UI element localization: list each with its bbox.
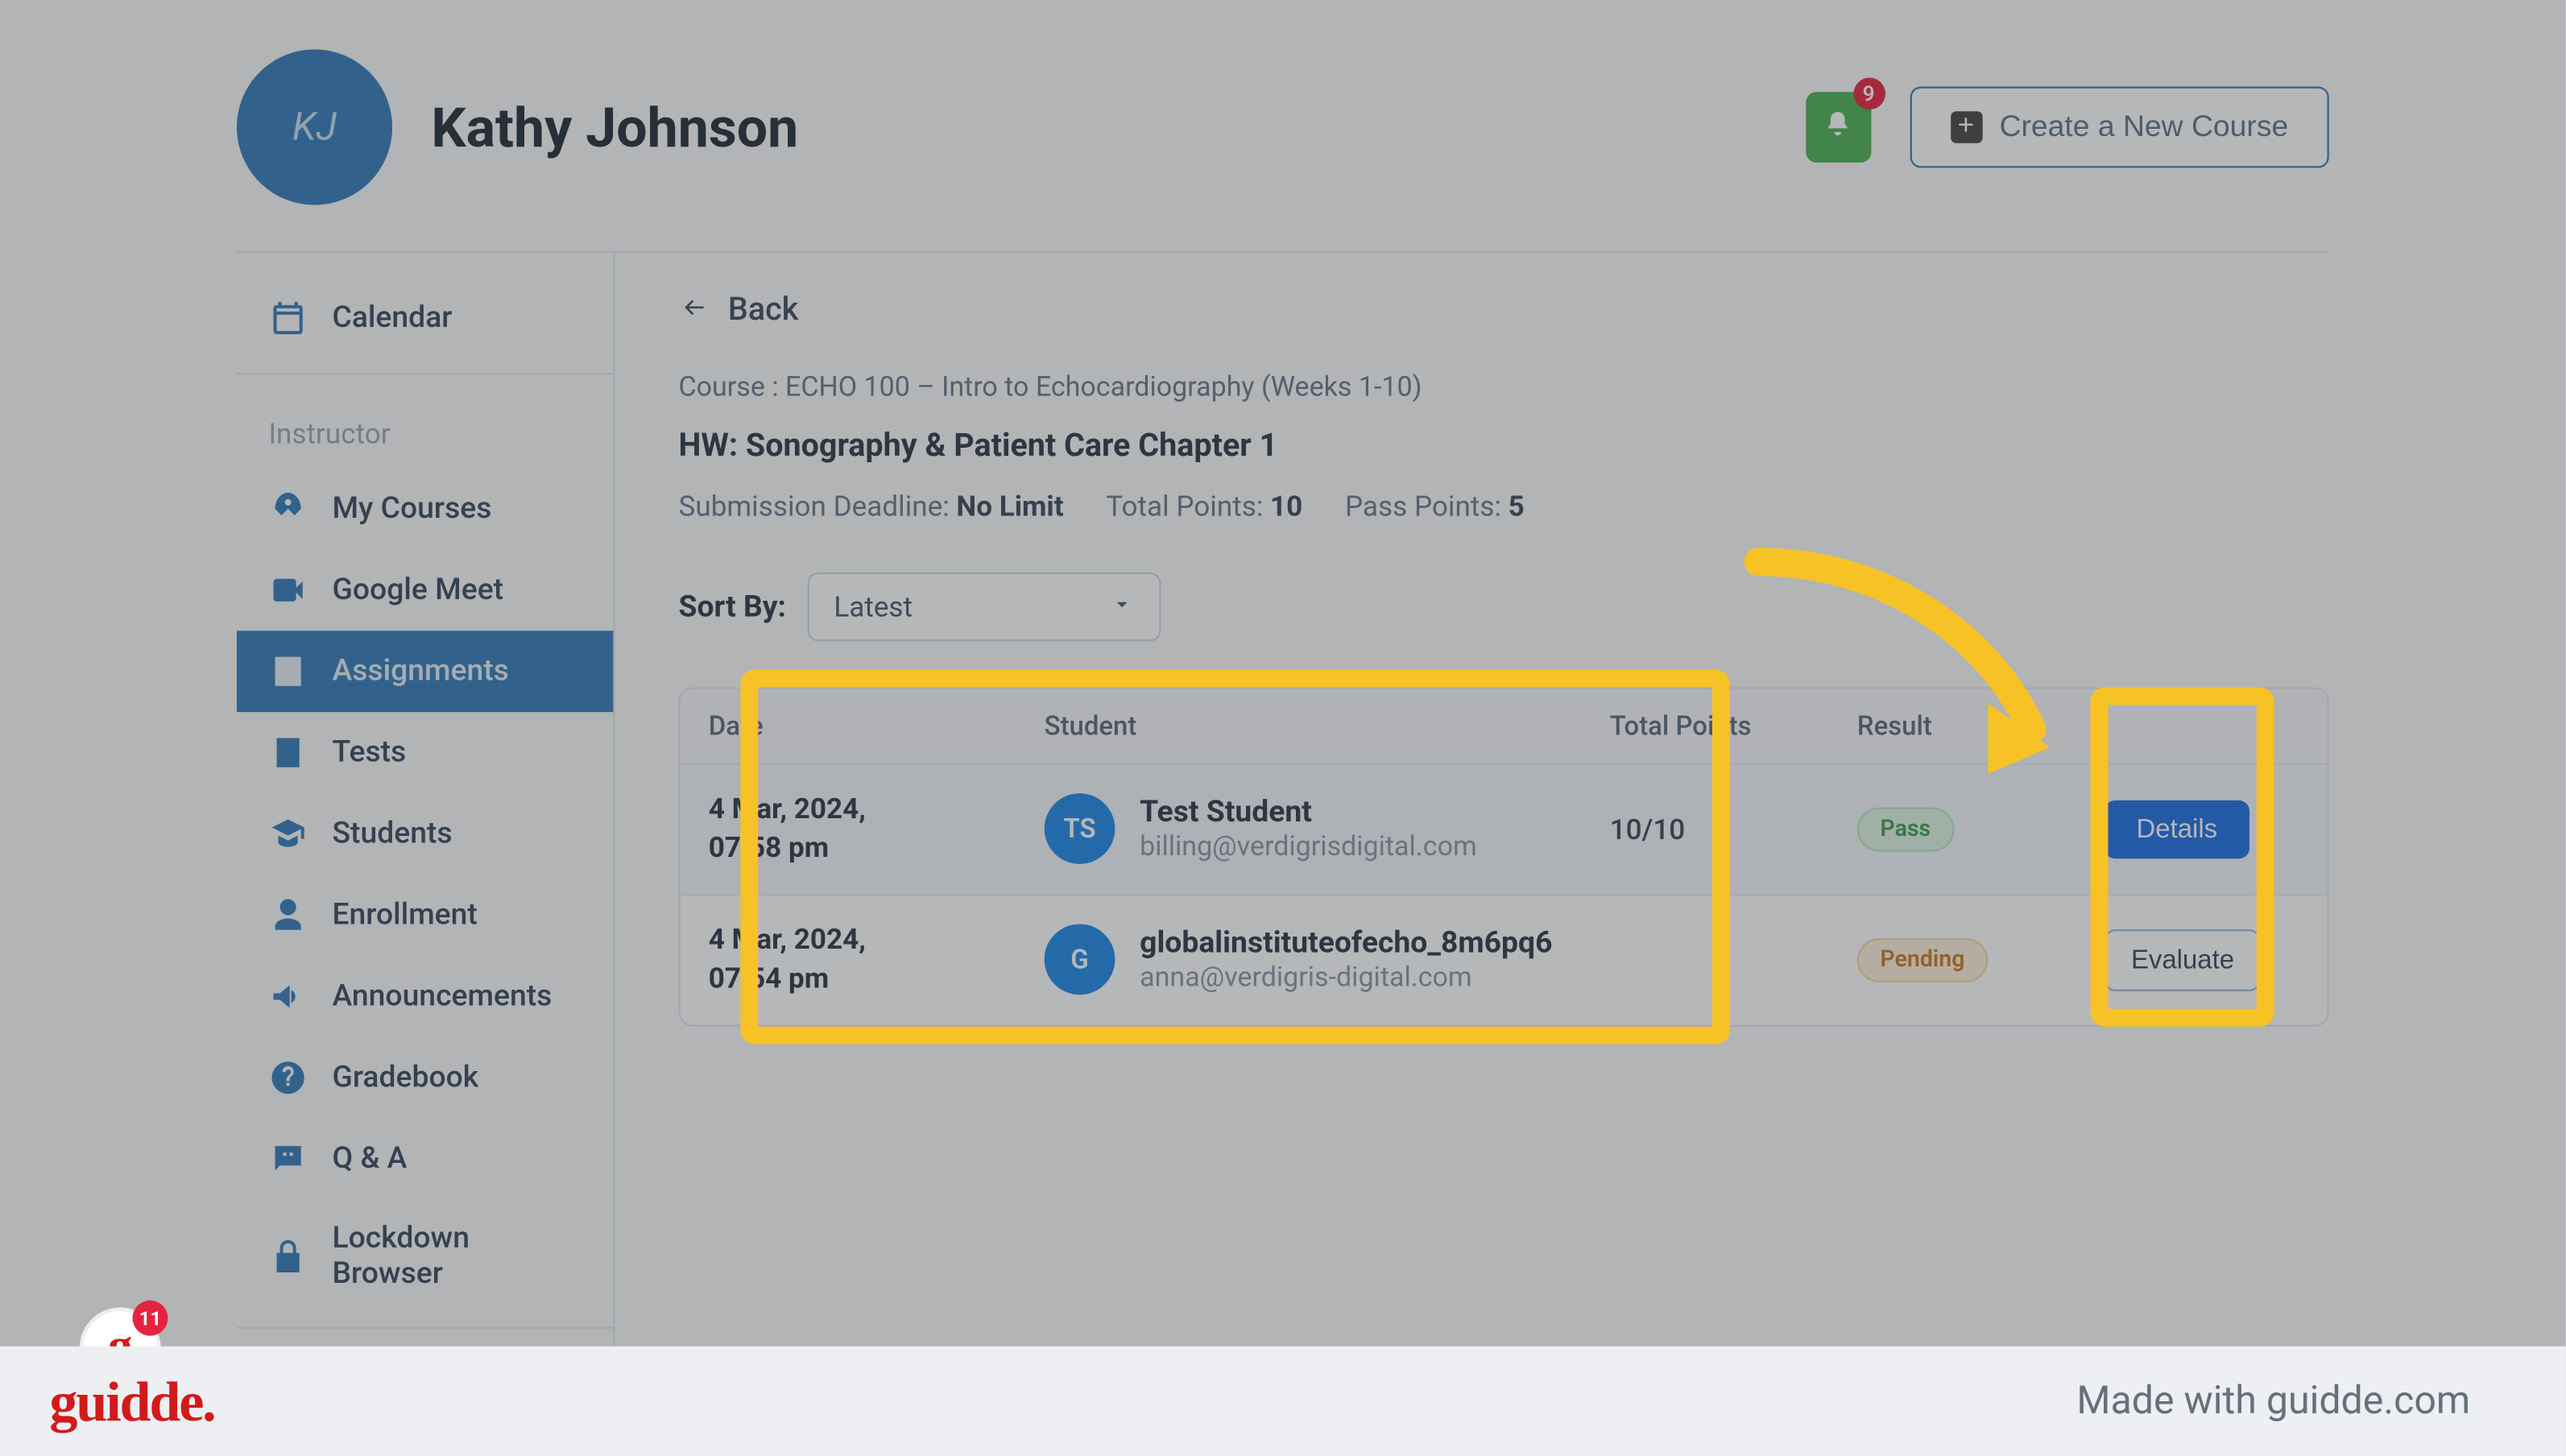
- col-date: Date: [709, 710, 1045, 742]
- app-root: KJ Kathy Johnson 9 + Create a New Course…: [0, 0, 2566, 1456]
- avatar-initials: KJ: [292, 105, 337, 150]
- notification-count-badge: 9: [1852, 78, 1884, 110]
- student-email: billing@verdigrisdigital.com: [1140, 831, 1477, 862]
- footer-credit: Made with guidde.com: [2076, 1379, 2470, 1423]
- course-line: Course : ECHO 100 – Intro to Echocardiog…: [678, 371, 2328, 403]
- details-button[interactable]: Details: [2105, 800, 2249, 858]
- col-total-points: Total Points: [1610, 710, 1857, 742]
- footer-bar: guidde. Made with guidde.com: [0, 1346, 2566, 1456]
- lock-icon: [268, 1237, 307, 1276]
- arrow-left-icon: [678, 292, 710, 329]
- sidebar-item-label: Google Meet: [332, 573, 503, 608]
- tests-icon: [268, 734, 307, 772]
- assignment-title: HW: Sonography & Patient Care Chapter 1: [678, 428, 2328, 465]
- sidebar-item-label: My Courses: [332, 491, 491, 527]
- sidebar-item-label: Lockdown Browser: [332, 1221, 581, 1292]
- sidebar-item-label: Gradebook: [332, 1060, 478, 1095]
- sort-select[interactable]: Latest: [807, 573, 1161, 642]
- video-icon: [268, 571, 307, 610]
- footer-brand: guidde.: [49, 1368, 214, 1433]
- cell-student: TS Test Student billing@verdigrisdigital…: [1045, 794, 1610, 865]
- bell-icon: [1823, 108, 1852, 147]
- col-result: Result: [1857, 710, 2105, 742]
- cell-date: 4 Mar, 2024, 07:54 pm: [709, 920, 1045, 999]
- cell-action: Details: [2105, 800, 2299, 858]
- sidebar-item-enrollment[interactable]: Enrollment: [237, 875, 613, 956]
- sidebar-item-tests[interactable]: Tests: [237, 712, 613, 793]
- table-header: Date Student Total Points Result: [681, 689, 2328, 763]
- students-icon: [268, 814, 307, 853]
- submissions-table: Date Student Total Points Result 4 Mar, …: [678, 687, 2328, 1025]
- sidebar-item-assignments[interactable]: Assignments: [237, 631, 613, 712]
- cell-result: Pending: [1857, 937, 2105, 982]
- cell-action: Evaluate: [2105, 929, 2299, 991]
- sidebar-item-label: Calendar: [332, 300, 452, 336]
- layout: Calendar Instructor My Courses Google Me…: [0, 253, 2566, 1417]
- sidebar-item-calendar[interactable]: Calendar: [237, 277, 613, 358]
- sidebar: Calendar Instructor My Courses Google Me…: [237, 253, 615, 1417]
- sidebar-item-label: Assignments: [332, 654, 508, 689]
- calendar-icon: [268, 299, 307, 337]
- meta-total-points: Total Points: 10: [1106, 490, 1302, 523]
- create-course-label: Create a New Course: [2000, 110, 2289, 145]
- student-avatar: TS: [1045, 794, 1115, 865]
- create-course-button[interactable]: + Create a New Course: [1910, 87, 2329, 168]
- cell-student: G globalinstituteofecho_8m6pq6 anna@verd…: [1045, 924, 1610, 995]
- user-avatar[interactable]: KJ: [237, 49, 392, 205]
- cell-points: 10/10: [1610, 813, 1857, 846]
- qa-icon: [268, 1140, 307, 1178]
- result-badge-pass: Pass: [1857, 807, 1954, 851]
- table-row: 4 Mar, 2024, 07:58 pm TS Test Student bi…: [681, 763, 2328, 894]
- gradebook-icon: [268, 1058, 307, 1097]
- cell-result: Pass: [1857, 807, 2105, 851]
- student-avatar: G: [1045, 924, 1115, 995]
- sidebar-item-label: Announcements: [332, 978, 552, 1014]
- plus-icon: +: [1950, 111, 1981, 143]
- col-student: Student: [1045, 710, 1610, 742]
- student-name: globalinstituteofecho_8m6pq6: [1140, 926, 1552, 962]
- sidebar-item-label: Tests: [332, 735, 406, 771]
- assignment-meta: Submission Deadline: No Limit Total Poin…: [678, 490, 2328, 523]
- sidebar-item-google-meet[interactable]: Google Meet: [237, 549, 613, 631]
- megaphone-icon: [268, 977, 307, 1015]
- sort-row: Sort By: Latest: [678, 573, 2328, 642]
- sidebar-item-qa[interactable]: Q & A: [237, 1119, 613, 1200]
- result-badge-pending: Pending: [1857, 937, 1988, 982]
- user-name: Kathy Johnson: [431, 94, 1805, 159]
- evaluate-button[interactable]: Evaluate: [2105, 929, 2261, 991]
- cell-date: 4 Mar, 2024, 07:58 pm: [709, 790, 1045, 869]
- back-label: Back: [728, 292, 798, 329]
- sidebar-item-label: Students: [332, 817, 452, 852]
- sidebar-item-students[interactable]: Students: [237, 793, 613, 875]
- sidebar-item-label: Enrollment: [332, 898, 477, 933]
- assignments-icon: [268, 652, 307, 691]
- sort-value: Latest: [834, 590, 913, 624]
- student-name: Test Student: [1140, 796, 1477, 831]
- enrollment-icon: [268, 896, 307, 934]
- back-link[interactable]: Back: [678, 292, 798, 329]
- sidebar-item-label: Q & A: [332, 1141, 407, 1177]
- student-email: anna@verdigris-digital.com: [1140, 962, 1552, 993]
- main-content: Back Course : ECHO 100 – Intro to Echoca…: [615, 253, 2566, 1417]
- sidebar-item-announcements[interactable]: Announcements: [237, 956, 613, 1037]
- table-row: 4 Mar, 2024, 07:54 pm G globalinstituteo…: [681, 894, 2328, 1024]
- sidebar-item-gradebook[interactable]: Gradebook: [237, 1037, 613, 1119]
- notifications-button[interactable]: 9: [1805, 92, 1870, 163]
- sidebar-item-my-courses[interactable]: My Courses: [237, 468, 613, 549]
- meta-pass-points: Pass Points: 5: [1345, 490, 1525, 523]
- chevron-down-icon: [1110, 590, 1135, 624]
- rocket-icon: [268, 490, 307, 528]
- sidebar-section-instructor: Instructor: [237, 382, 613, 469]
- sidebar-item-lockdown[interactable]: Lockdown Browser: [237, 1200, 613, 1313]
- sidebar-divider-bottom: [237, 1327, 613, 1329]
- sidebar-divider: [237, 373, 613, 374]
- header: KJ Kathy Johnson 9 + Create a New Course: [0, 0, 2566, 251]
- guidde-bubble-count: 11: [133, 1301, 168, 1336]
- meta-deadline: Submission Deadline: No Limit: [678, 490, 1063, 523]
- sort-label: Sort By:: [678, 589, 786, 625]
